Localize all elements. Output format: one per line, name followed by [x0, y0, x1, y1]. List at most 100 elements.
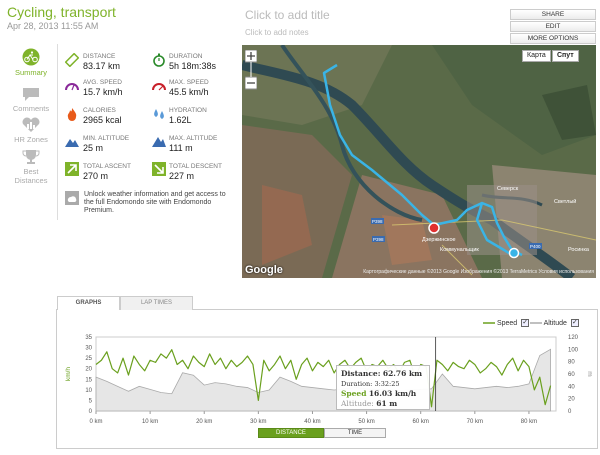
duration-label: DURATION	[169, 53, 203, 60]
nav-hr-zones-label: HR Zones	[14, 135, 48, 144]
mountain-peak-icon	[152, 137, 166, 147]
nav-best-distances[interactable]: Best Distances	[7, 149, 55, 185]
calories-label: CALORIES	[83, 107, 116, 114]
max-altitude-value: 111 m	[169, 143, 193, 153]
route-map[interactable]: P398 P398 P400 Дзержинское Коммунальщик …	[242, 45, 596, 278]
weather-icon	[65, 191, 79, 205]
altitude-legend-swatch	[530, 322, 542, 324]
y-tick-label-right: 40	[568, 384, 575, 390]
x-tick-label: 40 km	[304, 419, 320, 425]
legend-altitude-label: Altitude	[543, 319, 567, 327]
comment-bubble-icon	[23, 88, 39, 101]
workout-date: Apr 28, 2013 11:55 AM	[7, 21, 99, 31]
edit-button[interactable]: EDIT	[510, 21, 596, 32]
nav-best-distances-label: Best Distances	[14, 167, 48, 185]
tooltip-distance-value: 62.76 km	[382, 369, 423, 378]
heart-chart-icon	[22, 117, 40, 132]
avg-speed-value: 15.7 km/h	[83, 87, 123, 97]
x-tick-label: 20 km	[196, 419, 212, 425]
avg-speed-label: AVG. SPEED	[83, 79, 122, 86]
tooltip-altitude-value: 61 m	[376, 399, 398, 408]
y-tick-label-left: 5	[89, 398, 93, 404]
y-axis-label-right: m	[586, 371, 593, 376]
add-title-field[interactable]: Click to add title	[245, 8, 330, 22]
toggle-time[interactable]: TIME	[324, 428, 386, 438]
x-tick-label: 30 km	[250, 419, 266, 425]
y-tick-label-left: 15	[85, 377, 92, 383]
x-tick-label: 0 km	[89, 419, 102, 425]
total-ascent-label: TOTAL ASCENT	[83, 163, 131, 170]
legend-altitude[interactable]: Altitude ✓	[530, 319, 579, 327]
speed-checkbox[interactable]: ✓	[521, 319, 530, 327]
y-tick-label-right: 60	[568, 372, 575, 378]
descent-arrow-icon	[152, 162, 166, 176]
road-shield-p398-b: P398	[373, 237, 384, 242]
nav-summary[interactable]: Summary	[7, 48, 55, 77]
share-button[interactable]: SHARE	[510, 9, 596, 20]
hydration-value: 1.62L	[169, 115, 192, 125]
satellite-imagery: P398 P398 P400 Дзержинское Коммунальщик …	[242, 45, 596, 278]
place-label: Росинка	[568, 247, 590, 253]
google-logo: Google	[245, 264, 283, 276]
place-label: Северск	[497, 186, 519, 192]
min-altitude-value: 25 m	[83, 143, 104, 153]
flame-icon	[67, 108, 77, 121]
y-tick-label-left: 30	[85, 346, 92, 352]
legend-speed-label: Speed	[496, 319, 518, 327]
speed-legend-swatch	[483, 322, 495, 324]
calories-value: 2965 kcal	[83, 115, 122, 125]
x-tick-label: 10 km	[142, 419, 158, 425]
stopwatch-icon	[153, 53, 165, 67]
tooltip-distance-label: Distance:	[341, 369, 381, 378]
map-attribution[interactable]: Картографические данные ©2013 Google Изо…	[363, 269, 594, 275]
more-options-button[interactable]: MORE OPTIONS	[510, 33, 596, 44]
tab-lap-times[interactable]: LAP TIMES	[120, 296, 193, 310]
x-tick-label: 50 km	[358, 419, 374, 425]
add-notes-field[interactable]: Click to add notes	[245, 28, 309, 37]
y-tick-label-right: 120	[568, 335, 579, 341]
premium-notice[interactable]: Unlock weather information and get acces…	[84, 191, 234, 215]
mountain-icon	[65, 139, 79, 147]
chart-tooltip: Distance: 62.76 km Duration: 3:32:25 Spe…	[336, 365, 430, 410]
legend-speed[interactable]: Speed ✓	[483, 319, 530, 327]
max-altitude-label: MAX. ALTITUDE	[169, 135, 218, 142]
road-shield-p398: P398	[372, 219, 383, 224]
x-tick-label: 70 km	[467, 419, 483, 425]
total-descent-label: TOTAL DESCENT	[169, 163, 222, 170]
trophy-icon	[22, 150, 40, 164]
total-ascent-value: 270 m	[83, 171, 109, 181]
satellite-view-button[interactable]: Спут	[552, 50, 579, 62]
tab-graphs[interactable]: GRAPHS	[57, 296, 120, 310]
tooltip-speed-value: 16.03 km/h	[368, 389, 417, 398]
y-tick-label-right: 80	[568, 360, 575, 366]
nav-hr-zones[interactable]: HR Zones	[7, 117, 55, 144]
distance-value: 83.17 km	[83, 61, 121, 71]
tooltip-duration-value: 3:32:25	[374, 380, 400, 388]
x-tick-label: 80 km	[521, 419, 537, 425]
ruler-icon	[65, 53, 79, 67]
x-tick-label: 60 km	[413, 419, 429, 425]
max-speedometer-icon	[152, 83, 166, 91]
start-marker[interactable]	[428, 222, 440, 234]
tooltip-duration-label: Duration:	[341, 380, 373, 388]
tooltip-speed-label: Speed	[341, 389, 367, 398]
zoom-control[interactable]	[245, 50, 257, 90]
nav-comments-label: Comments	[12, 104, 50, 113]
speed-altitude-chart[interactable]: 0 5 10 15 20 25 30 35 0 20 40 60 80 100 120 0 km 10 km 20…	[60, 333, 596, 429]
min-altitude-label: MIN. ALTITUDE	[83, 135, 130, 142]
ascent-arrow-icon	[65, 162, 79, 176]
y-tick-label-right: 20	[568, 397, 575, 403]
nav-comments[interactable]: Comments	[7, 86, 55, 113]
y-tick-label-left: 20	[85, 367, 92, 373]
y-axis-label-left: km/h	[65, 367, 72, 381]
toggle-distance[interactable]: DISTANCE	[258, 428, 324, 438]
place-label: Дзержинское	[422, 237, 456, 243]
nav-divider	[57, 44, 58, 220]
max-speed-value: 45.5 km/h	[169, 87, 209, 97]
duration-value: 5h 18m:38s	[169, 61, 217, 71]
y-tick-label-left: 10	[85, 388, 92, 394]
finish-marker[interactable]	[508, 247, 520, 259]
y-tick-label-left: 35	[85, 335, 92, 341]
altitude-checkbox[interactable]: ✓	[570, 319, 579, 327]
map-view-button[interactable]: Карта	[522, 50, 551, 62]
